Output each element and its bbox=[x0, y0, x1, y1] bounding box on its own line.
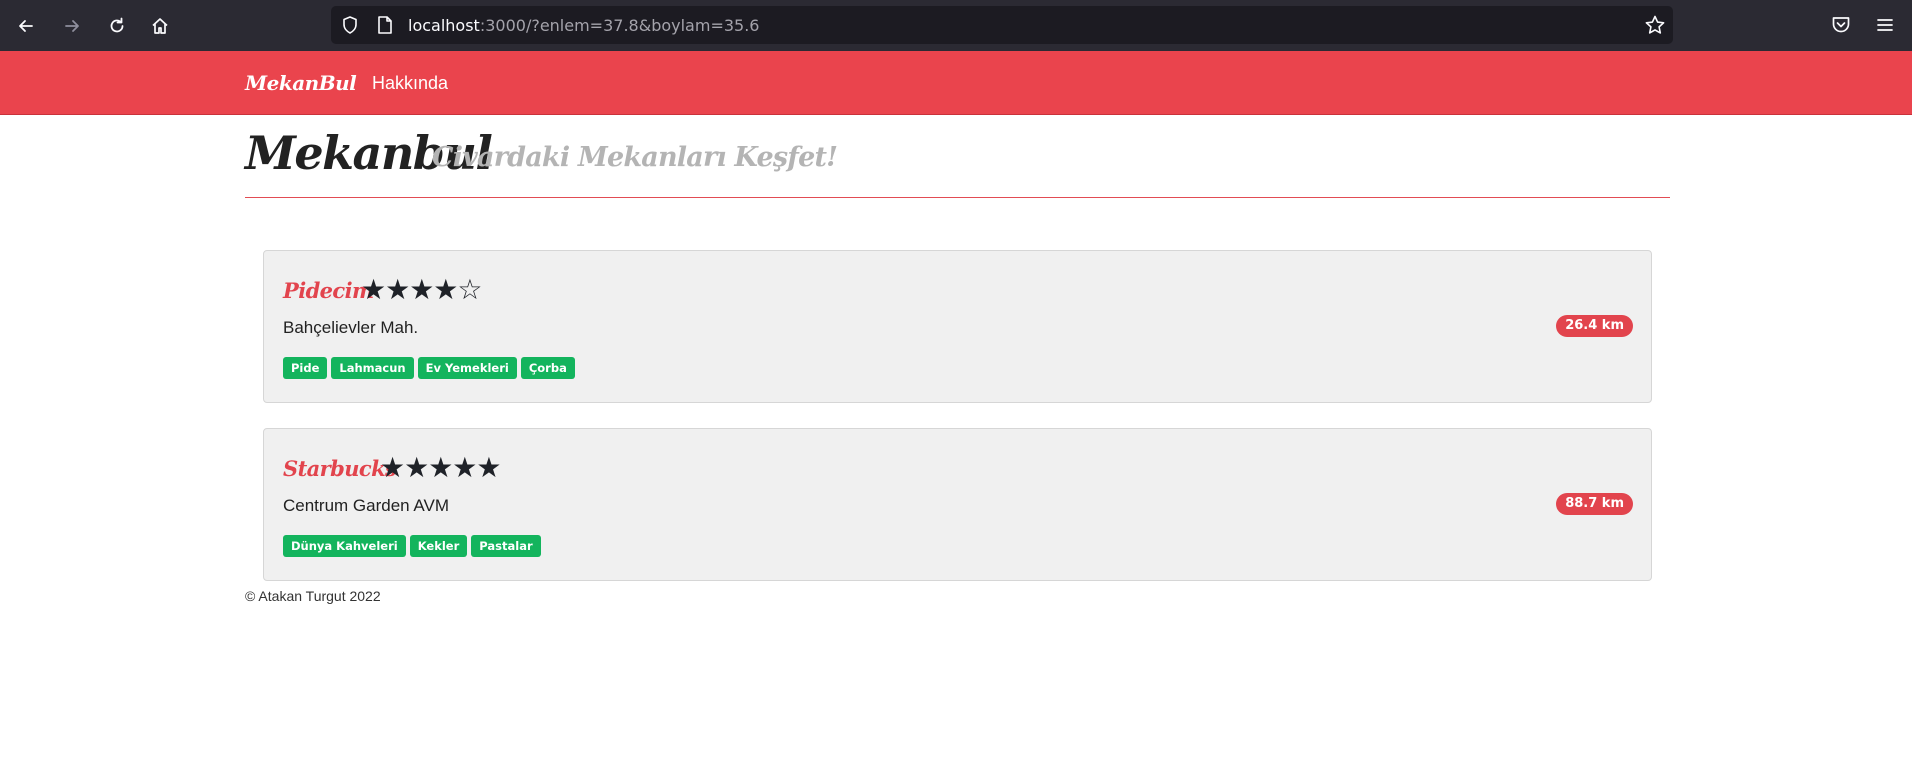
home-icon[interactable] bbox=[144, 10, 176, 42]
browser-toolbar: localhost:3000/?enlem=37.8&boylam=35.6 bbox=[0, 0, 1912, 51]
tag-badge: Çorba bbox=[520, 357, 575, 379]
tag-badge: Dünya Kahveleri bbox=[283, 535, 406, 557]
tag-badge: Pastalar bbox=[471, 535, 541, 557]
page-icon[interactable] bbox=[376, 15, 394, 35]
url-host: localhost bbox=[408, 16, 480, 35]
rating-stars: ★★★★★ bbox=[380, 451, 502, 484]
reload-icon[interactable] bbox=[101, 10, 133, 42]
shield-icon[interactable] bbox=[340, 15, 360, 35]
tag-badge: Ev Yemekleri bbox=[417, 357, 517, 379]
pocket-icon[interactable] bbox=[1830, 14, 1852, 36]
place-card: Starbucks ★★★★★ Centrum Garden AVM Dünya… bbox=[263, 428, 1652, 581]
url-text[interactable]: localhost:3000/?enlem=37.8&boylam=35.6 bbox=[408, 15, 759, 37]
menu-icon[interactable] bbox=[1874, 14, 1896, 36]
tag-badge: Lahmacun bbox=[331, 357, 414, 379]
page-subtitle: Civardaki Mekanları Keşfet! bbox=[432, 142, 838, 173]
tag-list: Dünya Kahveleri Kekler Pastalar bbox=[283, 535, 541, 557]
tag-badge: Kekler bbox=[409, 535, 468, 557]
star-icon[interactable] bbox=[1644, 14, 1666, 36]
place-address: Centrum Garden AVM bbox=[283, 496, 449, 515]
distance-badge: 26.4 km bbox=[1556, 315, 1633, 337]
tag-badge: Pide bbox=[283, 357, 328, 379]
tag-list: Pide Lahmacun Ev Yemekleri Çorba bbox=[283, 357, 575, 379]
header-divider bbox=[245, 197, 1670, 198]
back-arrow-icon[interactable] bbox=[10, 10, 42, 42]
url-path: :3000/?enlem=37.8&boylam=35.6 bbox=[479, 16, 760, 35]
brand-logo[interactable]: MekanBul bbox=[245, 71, 357, 95]
place-card: Pidecim ★★★★☆ Bahçelievler Mah. Pide Lah… bbox=[263, 250, 1652, 403]
site-navbar: MekanBul Hakkında bbox=[0, 51, 1912, 115]
footer-copyright: © Atakan Turgut 2022 bbox=[245, 588, 381, 604]
forward-arrow-icon[interactable] bbox=[56, 10, 88, 42]
rating-stars: ★★★★☆ bbox=[361, 273, 483, 306]
distance-badge: 88.7 km bbox=[1556, 493, 1633, 515]
place-address: Bahçelievler Mah. bbox=[283, 318, 419, 337]
nav-link-about[interactable]: Hakkında bbox=[372, 73, 448, 94]
